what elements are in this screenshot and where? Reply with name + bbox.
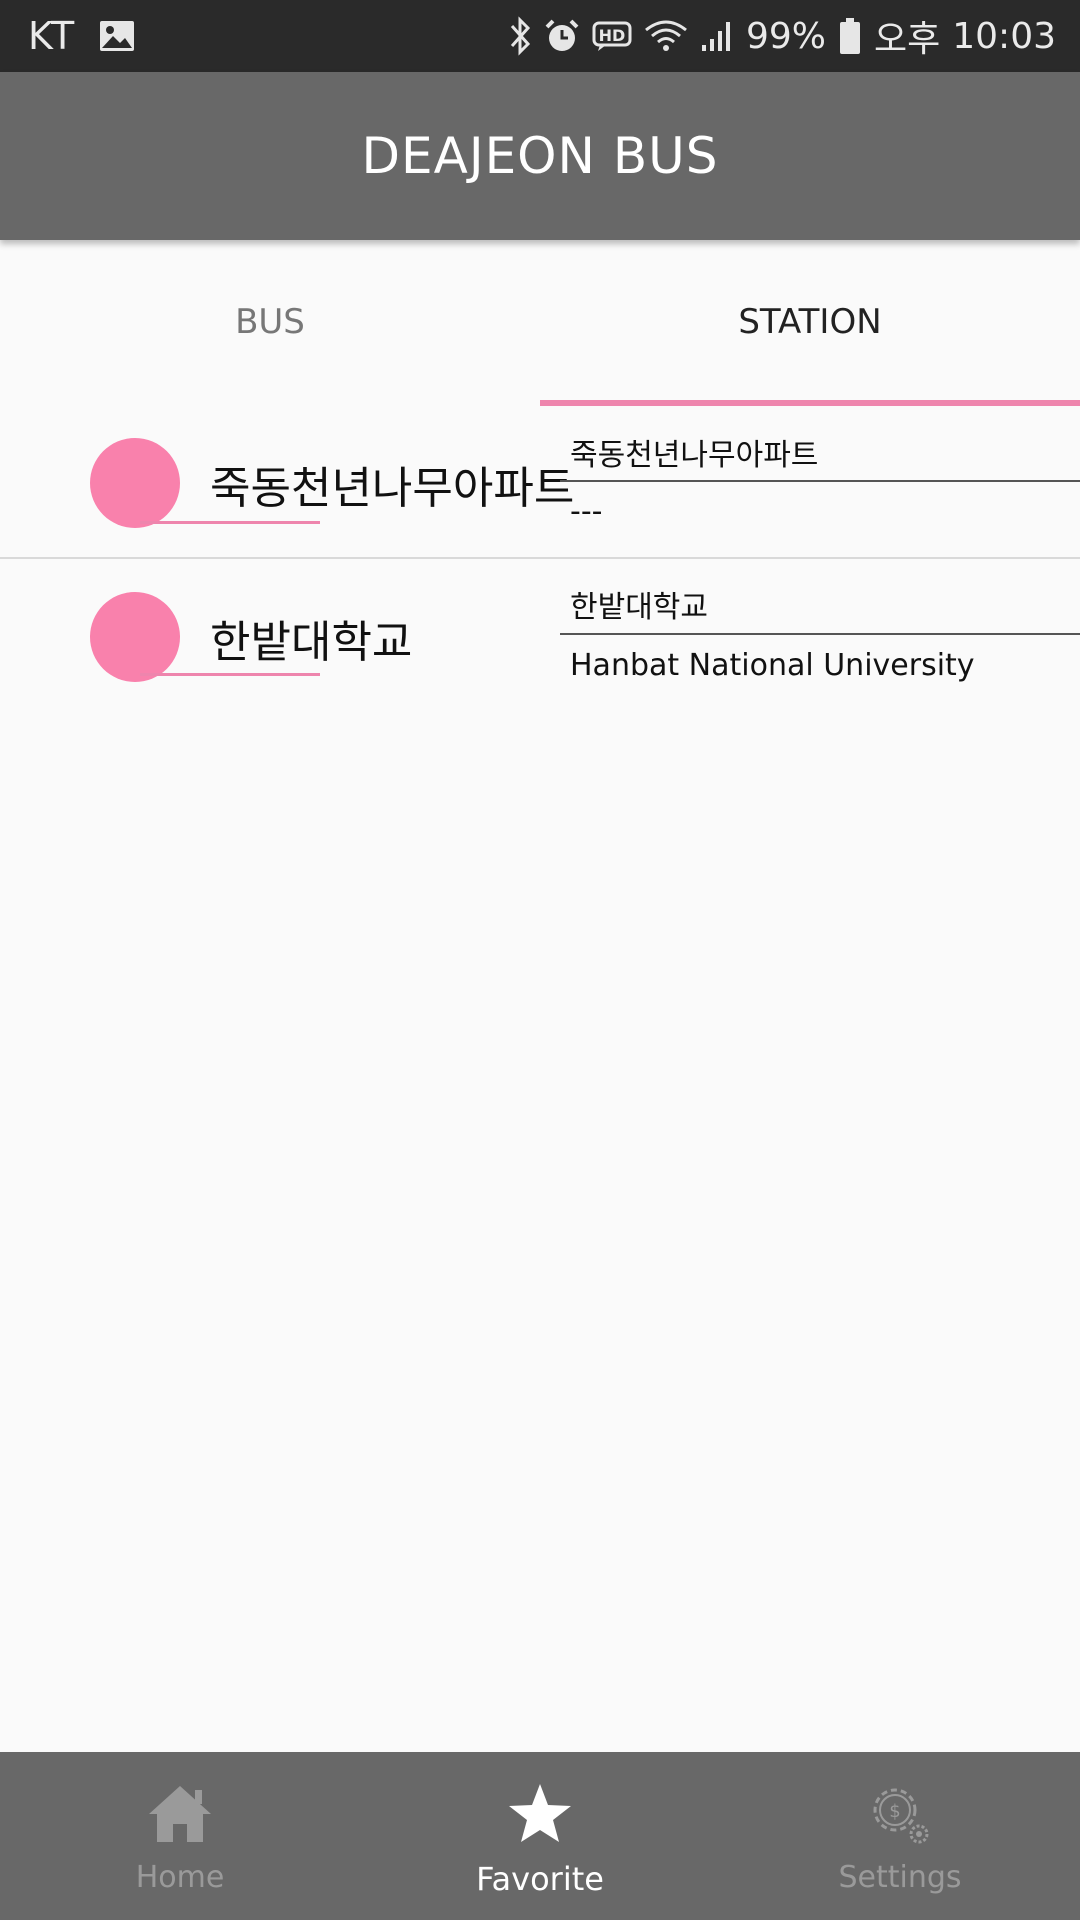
tab-station[interactable]: STATION — [540, 240, 1080, 404]
signal-icon — [700, 19, 734, 53]
station-row[interactable]: 한밭대학교 한밭대학교 Hanbat National University — [0, 560, 1080, 712]
station-name: 죽동천년나무아파트 — [570, 438, 819, 473]
hd-icon: HD — [592, 20, 632, 52]
nav-settings-label: Settings — [838, 1860, 962, 1895]
detail-divider — [560, 633, 1080, 635]
svg-text:$: $ — [889, 1801, 900, 1822]
status-right: HD 99% 오후 10:03 — [508, 0, 1056, 72]
bottom-nav: Home Favorite $ Settings — [0, 1752, 1080, 1920]
nav-home-label: Home — [135, 1860, 225, 1895]
home-icon — [0, 1782, 360, 1844]
alarm-icon — [544, 18, 580, 54]
station-dot — [90, 592, 180, 682]
wifi-icon — [644, 18, 688, 54]
station-subtitle: --- — [570, 494, 603, 529]
station-dot-underline — [140, 521, 320, 524]
station-subtitle: Hanbat National University — [570, 648, 975, 683]
status-bar: KT HD 99% 오후 10:03 — [0, 0, 1080, 72]
battery-percent: 99% — [745, 15, 826, 57]
station-dot — [90, 438, 180, 528]
row-divider — [0, 557, 1080, 559]
nav-home[interactable]: Home — [0, 1752, 360, 1920]
clock-time: 10:03 — [952, 15, 1056, 57]
detail-divider — [560, 480, 1080, 482]
app-bar: DEAJEON BUS — [0, 72, 1080, 240]
bluetooth-icon — [508, 16, 532, 56]
image-icon — [99, 20, 135, 52]
app-title: DEAJEON BUS — [361, 127, 719, 185]
tab-bus[interactable]: BUS — [0, 240, 540, 404]
battery-icon — [838, 17, 862, 55]
nav-favorite[interactable]: Favorite — [360, 1752, 720, 1920]
station-row[interactable]: 죽동천년나무아파트 죽동천년나무아파트 --- — [0, 406, 1080, 558]
station-title: 죽동천년나무아파트 — [210, 463, 575, 514]
nav-settings[interactable]: $ Settings — [720, 1752, 1080, 1920]
station-title: 한밭대학교 — [210, 617, 413, 668]
nav-favorite-label: Favorite — [476, 1860, 604, 1898]
time-ampm: 오후 — [874, 19, 941, 60]
carrier-label: KT — [28, 14, 76, 58]
station-dot-underline — [140, 673, 320, 676]
station-name: 한밭대학교 — [570, 590, 708, 625]
star-icon — [360, 1782, 720, 1844]
status-left: KT — [28, 0, 135, 72]
settings-gear-icon: $ — [720, 1782, 1080, 1848]
svg-text:HD: HD — [599, 26, 626, 45]
